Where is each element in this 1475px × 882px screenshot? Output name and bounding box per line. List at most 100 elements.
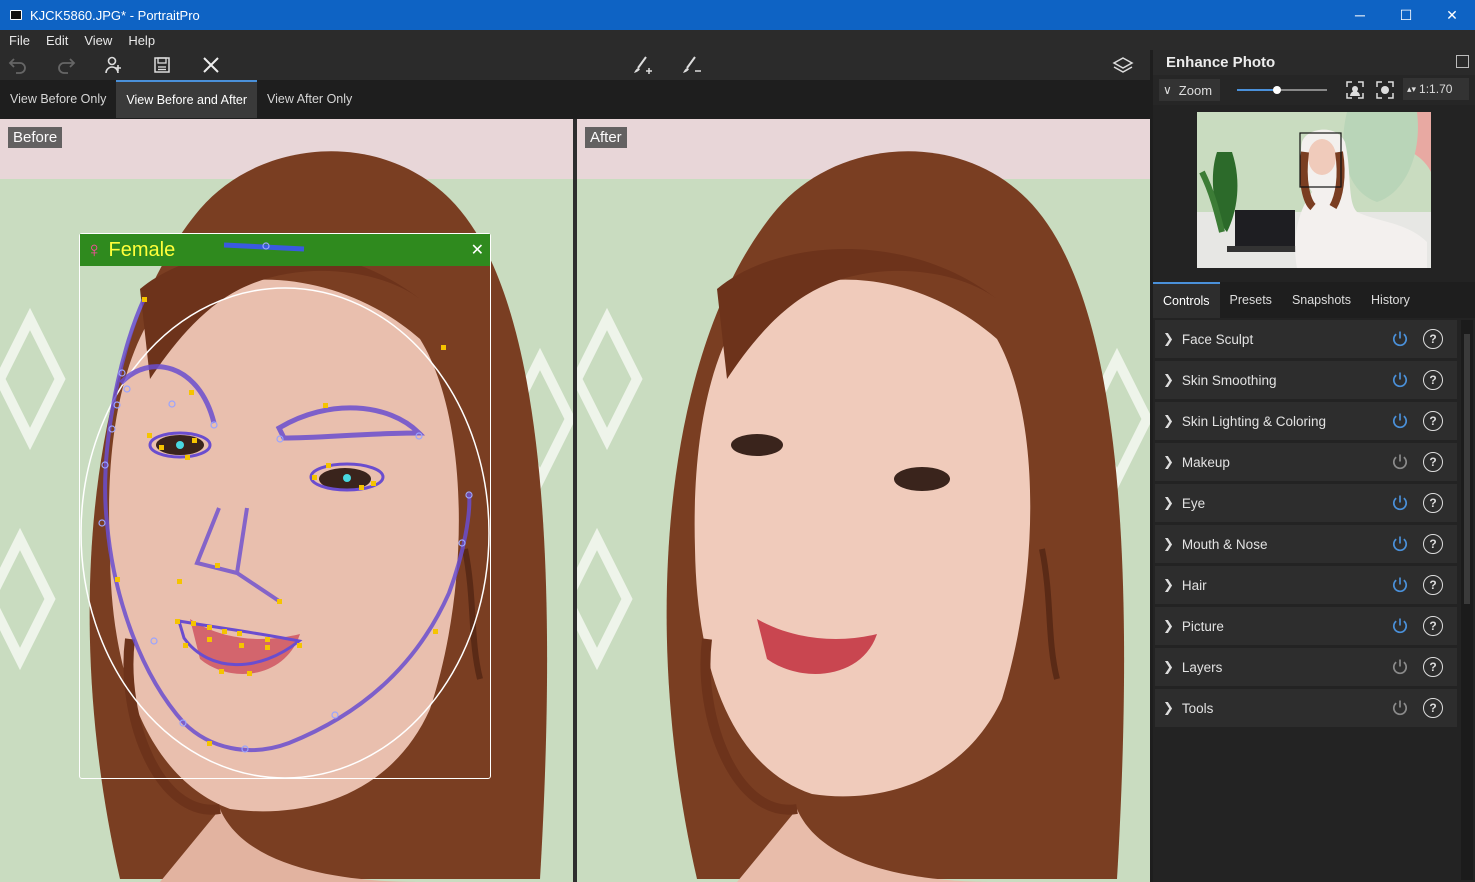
power-icon[interactable] bbox=[1391, 617, 1409, 635]
power-icon[interactable] bbox=[1391, 535, 1409, 553]
menu-bar: File Edit View Help bbox=[0, 30, 1475, 50]
power-icon[interactable] bbox=[1391, 494, 1409, 512]
after-image-pane[interactable]: After bbox=[577, 119, 1150, 882]
chevron-right-icon: ❯ bbox=[1163, 536, 1174, 551]
after-label: After bbox=[585, 127, 627, 148]
minimize-button[interactable]: ─ bbox=[1337, 0, 1383, 30]
scrollbar-thumb[interactable] bbox=[1464, 334, 1470, 604]
redo-icon[interactable] bbox=[53, 53, 79, 77]
help-icon[interactable]: ? bbox=[1423, 493, 1443, 513]
control-section-skin-lighting-and-coloring[interactable]: ❯ Skin Lighting & Coloring? bbox=[1155, 402, 1457, 440]
menu-file[interactable]: File bbox=[4, 33, 35, 48]
control-label: Picture bbox=[1181, 618, 1224, 634]
chevron-right-icon: ❯ bbox=[1163, 577, 1174, 592]
help-icon[interactable]: ? bbox=[1423, 698, 1443, 718]
brush-subtract-icon[interactable] bbox=[679, 53, 705, 77]
controls-list: ❯ Face Sculpt? ❯ Skin Smoothing? ❯ Skin Light… bbox=[1155, 320, 1457, 730]
power-icon[interactable] bbox=[1391, 371, 1409, 389]
zoom-slider-fill bbox=[1237, 89, 1277, 91]
panel-undock-icon[interactable] bbox=[1456, 55, 1469, 68]
power-icon[interactable] bbox=[1391, 412, 1409, 430]
panel-title: Enhance Photo bbox=[1166, 54, 1276, 71]
help-icon[interactable]: ? bbox=[1423, 452, 1443, 472]
chevron-right-icon: ❯ bbox=[1163, 372, 1174, 387]
save-icon[interactable] bbox=[149, 53, 175, 77]
tab-history[interactable]: History bbox=[1361, 282, 1420, 318]
power-icon[interactable] bbox=[1391, 658, 1409, 676]
control-label: Makeup bbox=[1181, 454, 1230, 470]
toolbar bbox=[0, 50, 1150, 80]
control-section-makeup[interactable]: ❯ Makeup? bbox=[1155, 443, 1457, 481]
chevron-right-icon: ❯ bbox=[1163, 700, 1174, 715]
layers-icon[interactable] bbox=[1110, 53, 1136, 77]
enhance-photo-panel: Enhance Photo ∨ Zoom ▴▾ 1:1.70 Controls … bbox=[1153, 50, 1475, 882]
close-window-button[interactable]: ✕ bbox=[1429, 0, 1475, 30]
power-icon[interactable] bbox=[1391, 453, 1409, 471]
chevron-right-icon: ❯ bbox=[1163, 454, 1174, 469]
controls-scrollbar[interactable] bbox=[1461, 320, 1473, 880]
power-icon[interactable] bbox=[1391, 699, 1409, 717]
window-title: KJCK5860.JPG* - PortraitPro bbox=[30, 7, 200, 23]
control-section-eye[interactable]: ❯ Eye? bbox=[1155, 484, 1457, 522]
help-icon[interactable]: ? bbox=[1423, 534, 1443, 554]
help-icon[interactable]: ? bbox=[1423, 657, 1443, 677]
control-section-layers[interactable]: ❯ Layers? bbox=[1155, 648, 1457, 686]
female-icon: ♀ bbox=[86, 237, 103, 262]
face-detection-header: ♀ Female ✕ bbox=[80, 234, 490, 266]
zoom-value-field[interactable]: ▴▾ 1:1.70 bbox=[1403, 78, 1469, 100]
power-icon[interactable] bbox=[1391, 576, 1409, 594]
maximize-button[interactable]: ☐ bbox=[1383, 0, 1429, 30]
help-icon[interactable]: ? bbox=[1423, 370, 1443, 390]
brush-add-icon[interactable] bbox=[630, 53, 656, 77]
view-mode-tabs: View Before Only View Before and After V… bbox=[0, 80, 1150, 118]
tab-view-before-and-after[interactable]: View Before and After bbox=[116, 80, 258, 118]
zoom-toggle[interactable]: ∨ Zoom bbox=[1159, 79, 1221, 101]
fit-to-window-icon[interactable] bbox=[1345, 80, 1365, 100]
control-section-hair[interactable]: ❯ Hair? bbox=[1155, 566, 1457, 604]
chevron-right-icon: ❯ bbox=[1163, 495, 1174, 510]
chevron-right-icon: ❯ bbox=[1163, 413, 1174, 428]
face-feature-overlay bbox=[80, 242, 490, 779]
zoom-slider[interactable] bbox=[1237, 86, 1327, 94]
help-icon[interactable]: ? bbox=[1423, 575, 1443, 595]
control-section-tools[interactable]: ❯ Tools? bbox=[1155, 689, 1457, 727]
zoom-label: Zoom bbox=[1178, 82, 1213, 98]
control-section-skin-smoothing[interactable]: ❯ Skin Smoothing? bbox=[1155, 361, 1457, 399]
zoom-row: ∨ Zoom ▴▾ 1:1.70 bbox=[1153, 75, 1475, 105]
tab-controls[interactable]: Controls bbox=[1153, 282, 1220, 318]
panel-header: Enhance Photo bbox=[1153, 50, 1475, 75]
close-icon[interactable] bbox=[198, 53, 224, 77]
add-person-icon[interactable] bbox=[100, 53, 126, 77]
spinner-icon[interactable]: ▴▾ bbox=[1407, 84, 1416, 95]
tab-presets[interactable]: Presets bbox=[1220, 282, 1282, 318]
navigator-image bbox=[1197, 112, 1431, 268]
menu-view[interactable]: View bbox=[79, 33, 117, 48]
navigator-thumbnail[interactable] bbox=[1197, 112, 1431, 268]
menu-edit[interactable]: Edit bbox=[41, 33, 73, 48]
control-label: Face Sculpt bbox=[1181, 331, 1254, 347]
help-icon[interactable]: ? bbox=[1423, 411, 1443, 431]
control-label: Skin Lighting & Coloring bbox=[1181, 413, 1326, 429]
zoom-to-face-icon[interactable] bbox=[1375, 80, 1395, 100]
control-section-mouth-and-nose[interactable]: ❯ Mouth & Nose? bbox=[1155, 525, 1457, 563]
help-icon[interactable]: ? bbox=[1423, 616, 1443, 636]
control-label: Tools bbox=[1181, 700, 1214, 716]
help-icon[interactable]: ? bbox=[1423, 329, 1443, 349]
chevron-right-icon: ❯ bbox=[1163, 618, 1174, 633]
zoom-slider-thumb[interactable] bbox=[1272, 86, 1281, 94]
control-section-picture[interactable]: ❯ Picture? bbox=[1155, 607, 1457, 645]
menu-help[interactable]: Help bbox=[123, 33, 160, 48]
tab-view-before-only[interactable]: View Before Only bbox=[0, 80, 116, 118]
tab-snapshots[interactable]: Snapshots bbox=[1282, 282, 1361, 318]
before-image-pane[interactable]: Before ♀ Female ✕ bbox=[0, 119, 573, 882]
zoom-value: 1:1.70 bbox=[1419, 82, 1453, 96]
tab-view-after-only[interactable]: View After Only bbox=[257, 80, 362, 118]
after-portrait-image bbox=[577, 119, 1150, 882]
undo-icon[interactable] bbox=[5, 53, 31, 77]
power-icon[interactable] bbox=[1391, 330, 1409, 348]
control-section-face-sculpt[interactable]: ❯ Face Sculpt? bbox=[1155, 320, 1457, 358]
chevron-down-icon: ∨ bbox=[1163, 83, 1172, 97]
face-detection-box[interactable]: ♀ Female ✕ bbox=[79, 233, 491, 779]
control-label: Hair bbox=[1181, 577, 1207, 593]
face-close-button[interactable]: ✕ bbox=[471, 240, 484, 260]
